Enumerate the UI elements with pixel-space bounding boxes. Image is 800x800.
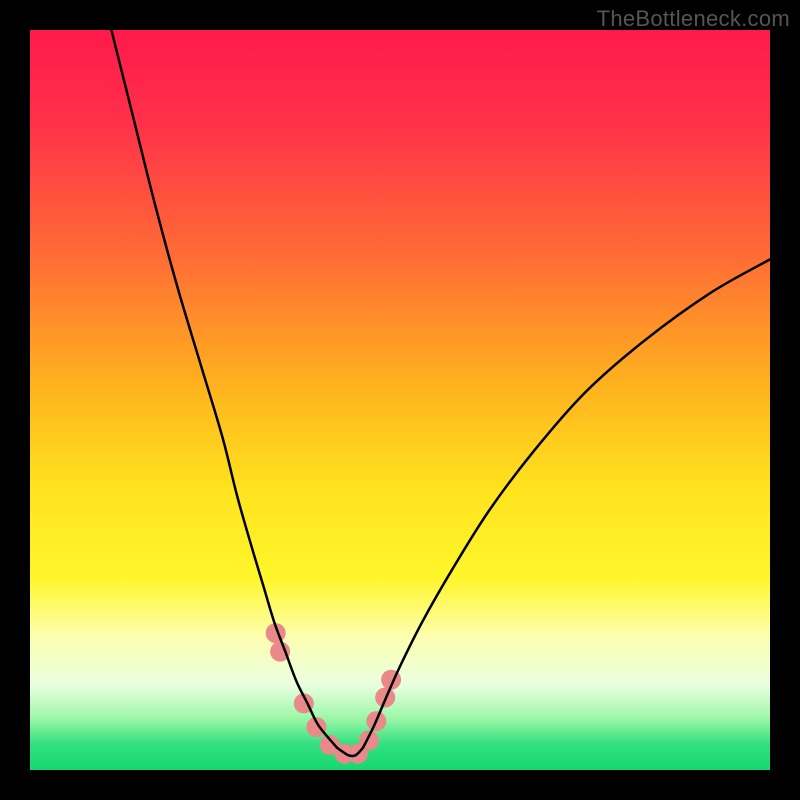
- right-branch-curve: [363, 259, 770, 747]
- plot-area: [30, 30, 770, 770]
- watermark-text: TheBottleneck.com: [597, 6, 790, 32]
- chart-frame: TheBottleneck.com: [0, 0, 800, 800]
- left-branch-curve: [111, 30, 337, 748]
- curve-layer: [30, 30, 770, 770]
